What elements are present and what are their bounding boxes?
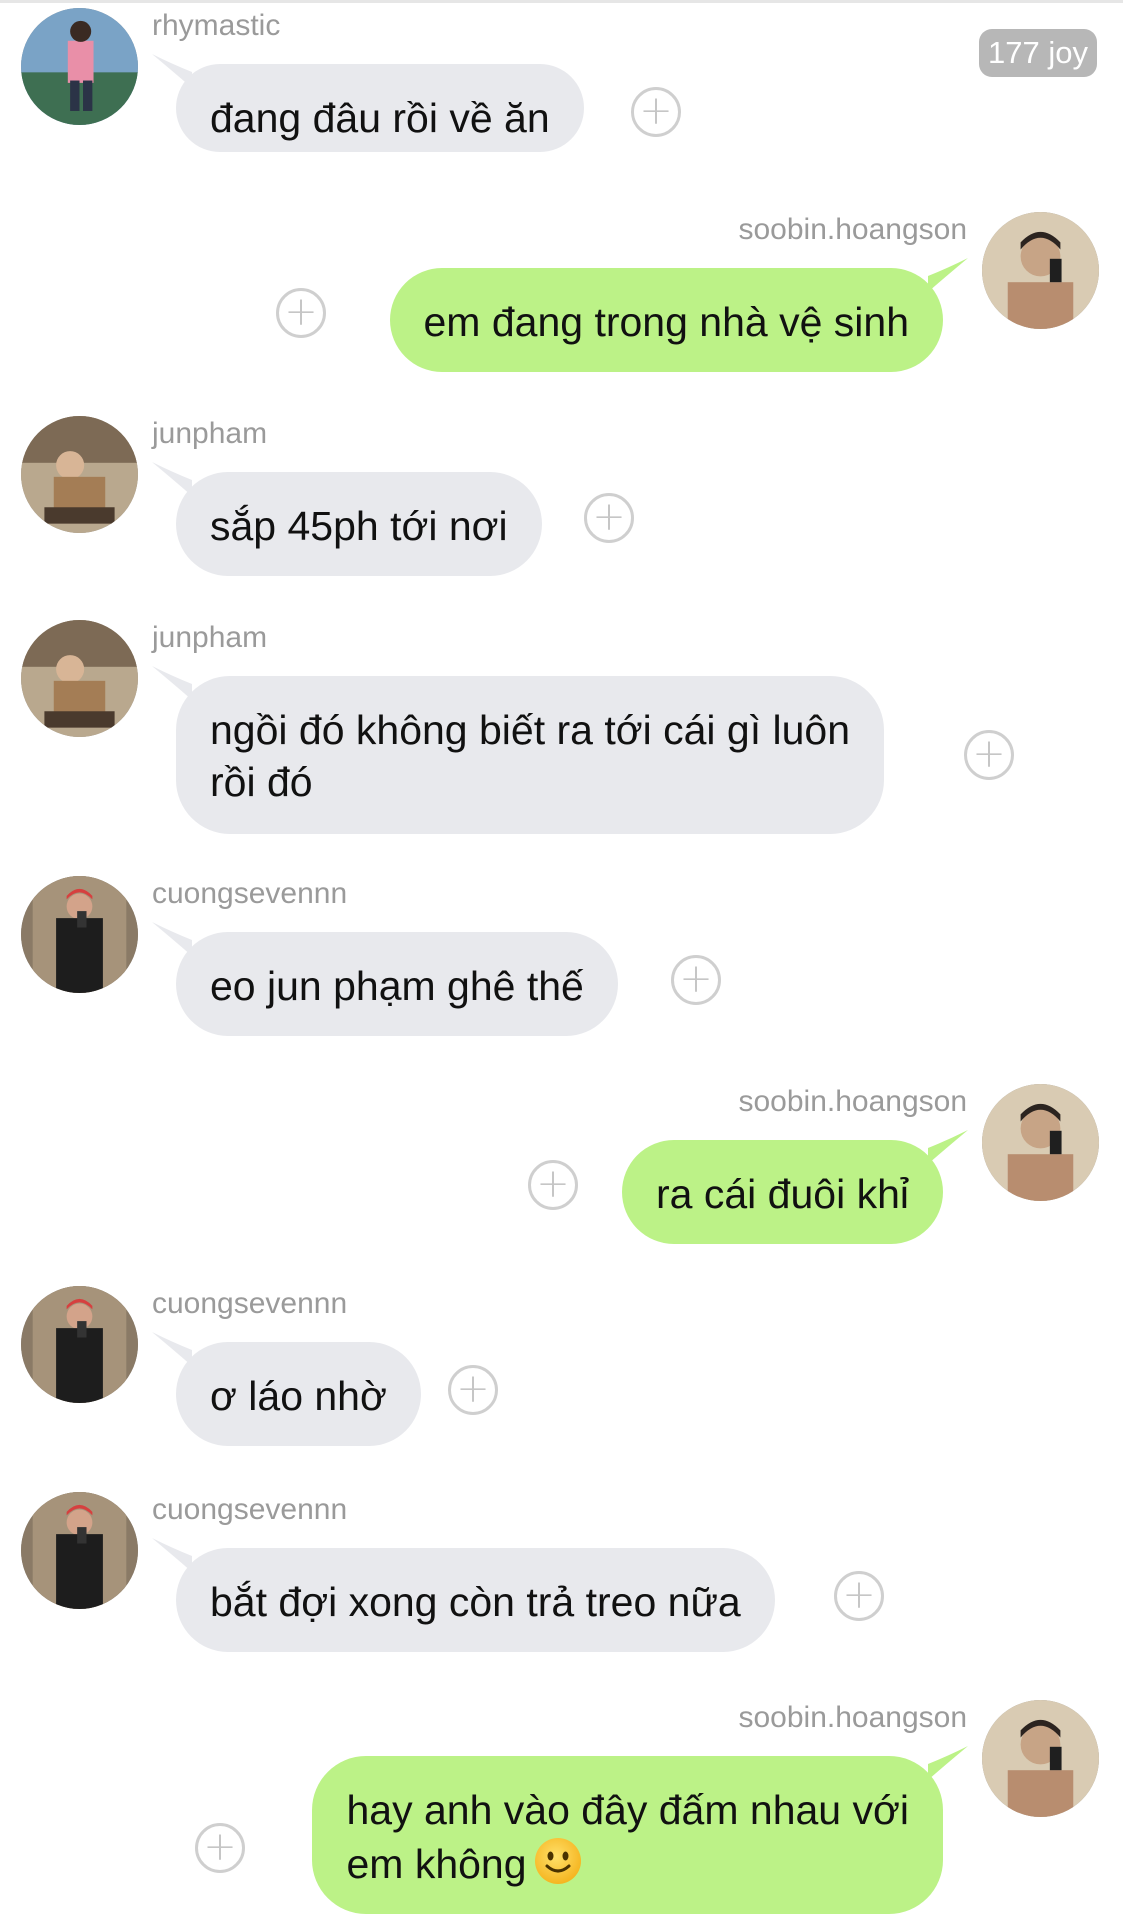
- add-reaction-button[interactable]: +: [584, 493, 634, 543]
- avatar-cuongsevennn[interactable]: [21, 1286, 138, 1403]
- message-bubble[interactable]: em đang trong nhà vệ sinh: [389, 268, 943, 372]
- avatar-photo: [982, 212, 1099, 329]
- sender-name: cuongsevennn: [152, 1287, 348, 1320]
- sender-name: soobin.hoangson: [738, 1085, 967, 1118]
- sender-name: junpham: [152, 417, 268, 450]
- avatar-photo: [21, 8, 138, 125]
- avatar-soobin[interactable]: [982, 1084, 1099, 1201]
- message-bubble[interactable]: ngồi đó không biết ra tới cái gì luôn rồ…: [176, 676, 885, 834]
- add-reaction-button[interactable]: +: [528, 1160, 578, 1210]
- sender-name: soobin.hoangson: [738, 213, 967, 246]
- bubble-tail: [152, 666, 192, 700]
- add-reaction-button[interactable]: +: [834, 1571, 884, 1621]
- sender-name: soobin.hoangson: [738, 1701, 967, 1734]
- message-bubble[interactable]: ơ láo nhờ: [176, 1342, 421, 1446]
- add-reaction-button[interactable]: +: [276, 288, 326, 338]
- avatar-junpham[interactable]: [21, 416, 138, 533]
- avatar-rhymastic[interactable]: [21, 8, 138, 125]
- message-text: hay anh vào đây đấm nhau với em không: [346, 1787, 909, 1887]
- avatar-photo: [21, 1286, 138, 1403]
- avatar-soobin[interactable]: [982, 212, 1099, 329]
- add-reaction-button[interactable]: +: [448, 1365, 498, 1415]
- add-reaction-button[interactable]: +: [195, 1823, 245, 1873]
- bubble-tail: [152, 462, 192, 496]
- avatar-photo: [21, 620, 138, 737]
- avatar-photo: [982, 1084, 1099, 1201]
- avatar-photo: [21, 876, 138, 993]
- bubble-tail: [928, 258, 968, 292]
- bubble-tail: [152, 1332, 192, 1366]
- sender-name: rhymastic: [152, 9, 281, 42]
- message-bubble[interactable]: hay anh vào đây đấm nhau với em không: [312, 1756, 943, 1914]
- sender-name: junpham: [152, 621, 268, 654]
- add-reaction-button[interactable]: +: [631, 87, 681, 137]
- bubble-tail: [152, 1538, 192, 1572]
- avatar-junpham[interactable]: [21, 620, 138, 737]
- reaction-count-badge[interactable]: 177 joy: [979, 29, 1097, 77]
- message-bubble[interactable]: bắt đợi xong còn trả treo nữa: [176, 1548, 775, 1652]
- add-reaction-button[interactable]: +: [671, 955, 721, 1005]
- message-bubble[interactable]: ra cái đuôi khỉ: [622, 1140, 943, 1244]
- add-reaction-button[interactable]: +: [964, 730, 1014, 780]
- avatar-cuongsevennn[interactable]: [21, 1492, 138, 1609]
- avatar-photo: [21, 416, 138, 533]
- message-bubble[interactable]: đang đâu rồi về ăn: [176, 64, 584, 152]
- avatar-soobin[interactable]: [982, 1700, 1099, 1817]
- bubble-tail: [928, 1130, 968, 1164]
- sender-name: cuongsevennn: [152, 877, 348, 910]
- message-bubble[interactable]: eo jun phạm ghê thế: [176, 932, 618, 1036]
- avatar-photo: [21, 1492, 138, 1609]
- avatar-photo: [982, 1700, 1099, 1817]
- slightly-smiling-face-icon: [534, 1838, 581, 1884]
- top-divider: [0, 0, 1123, 3]
- avatar-cuongsevennn[interactable]: [21, 876, 138, 993]
- message-bubble[interactable]: sắp 45ph tới nơi: [176, 472, 542, 576]
- bubble-tail: [152, 922, 192, 956]
- bubble-tail: [928, 1746, 968, 1780]
- sender-name: cuongsevennn: [152, 1493, 348, 1526]
